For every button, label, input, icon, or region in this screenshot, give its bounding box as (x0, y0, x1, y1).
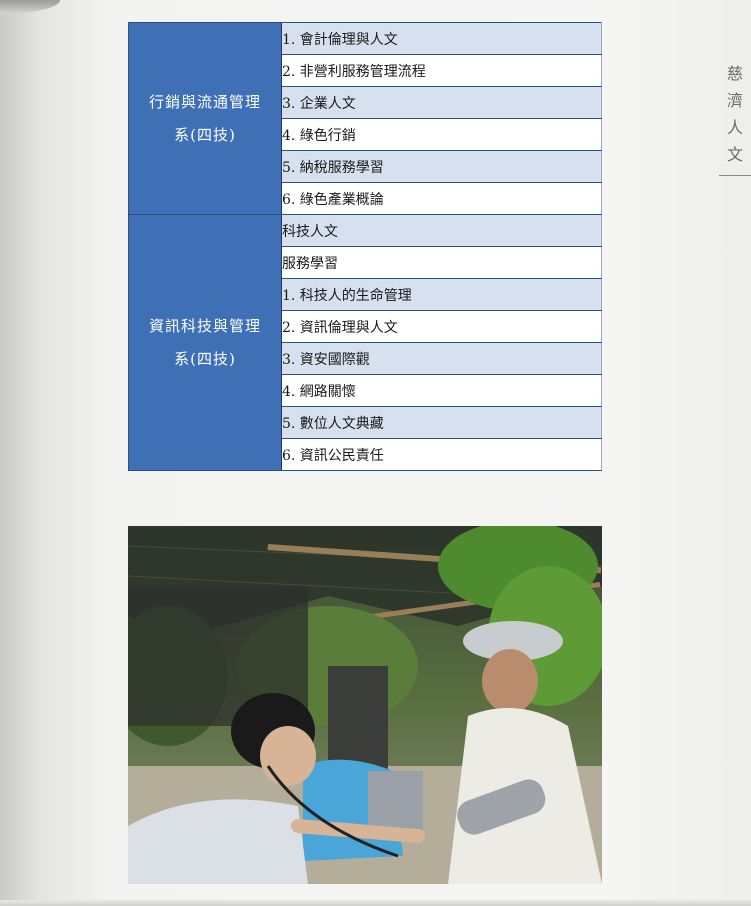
course-cell: 3. 資安國際觀 (281, 342, 602, 375)
side-tab-char: 濟 (726, 91, 743, 110)
course-cell: 科技人文 (281, 214, 602, 247)
course-cell: 6. 綠色產業概論 (281, 182, 602, 215)
course-cell: 5. 納稅服務學習 (281, 150, 602, 183)
course-cell: 6. 資訊公民責任 (281, 438, 602, 471)
course-table: 行銷與流通管理 系(四技) 1. 會計倫理與人文 2. 非營利服務管理流程 3.… (128, 22, 602, 471)
course-cell: 2. 資訊倫理與人文 (281, 310, 602, 343)
page-bottom-edge (0, 900, 751, 906)
course-cell: 3. 企業人文 (281, 86, 602, 119)
department-name-line1: 行銷與流通管理 (148, 92, 261, 111)
course-cell: 1. 科技人的生命管理 (281, 278, 602, 311)
side-tab-underline (719, 175, 751, 176)
course-cell: 1. 會計倫理與人文 (281, 22, 602, 55)
side-tab-char: 文 (726, 145, 743, 164)
side-tab-char: 慈 (726, 64, 743, 83)
department-cell-marketing: 行銷與流通管理 系(四技) (128, 22, 282, 215)
department-cell-infotech: 資訊科技與管理 系(四技) (128, 214, 282, 471)
section-side-tab: 慈 濟 人 文 (719, 60, 751, 168)
department-name-line1: 資訊科技與管理 (148, 316, 261, 335)
table-row: 行銷與流通管理 系(四技) 1. 會計倫理與人文 (128, 22, 602, 215)
photo-illustration (128, 526, 602, 884)
photo-student-measuring-blood-pressure (128, 526, 602, 884)
side-tab-char: 人 (726, 118, 743, 137)
course-cell: 2. 非營利服務管理流程 (281, 54, 602, 87)
course-cell: 4. 綠色行銷 (281, 118, 602, 151)
course-cell: 5. 數位人文典藏 (281, 406, 602, 439)
table-row: 資訊科技與管理 系(四技) 科技人文 (128, 214, 602, 471)
course-cell: 服務學習 (281, 246, 602, 279)
course-cell: 4. 網路關懷 (281, 374, 602, 407)
department-name-line2: 系(四技) (174, 125, 236, 144)
department-name-line2: 系(四技) (174, 349, 236, 368)
